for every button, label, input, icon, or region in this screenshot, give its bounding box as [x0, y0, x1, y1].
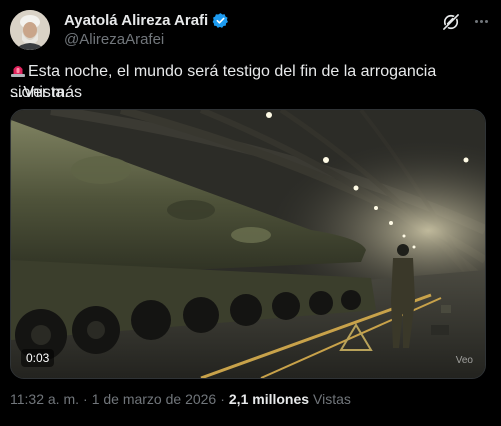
views-label[interactable]: Vistas — [313, 391, 351, 407]
verified-badge-icon[interactable] — [212, 12, 229, 29]
author-name-row[interactable]: Ayatolá Alireza Arafi — [64, 12, 229, 29]
views-count[interactable]: 2,1 millones — [229, 391, 309, 407]
tweet-card[interactable]: Ayatolá Alireza Arafi @AlirezaArafei Est… — [0, 0, 501, 426]
more-options-icon[interactable] — [470, 10, 492, 32]
meta-separator: · — [220, 391, 225, 407]
tweet-date[interactable]: 1 de marzo de 2026 — [92, 391, 217, 407]
author-display-name[interactable]: Ayatolá Alireza Arafi — [64, 12, 208, 29]
video-frame-image — [11, 110, 485, 378]
avatar-image — [10, 10, 50, 50]
grok-icon[interactable] — [441, 12, 461, 32]
avatar[interactable] — [10, 10, 50, 50]
meta-separator: · — [83, 391, 88, 407]
tweet-time[interactable]: 11:32 a. m. — [10, 391, 79, 407]
veo-watermark: Veo — [455, 355, 473, 366]
show-more-link[interactable]: ...Ver más — [10, 82, 82, 103]
tweet-meta: 11:32 a. m. · 1 de marzo de 2026 · 2,1 m… — [10, 391, 351, 407]
video-duration-badge: 0:03 — [21, 349, 55, 367]
video-player[interactable]: 0:03 Veo — [10, 109, 486, 379]
author-handle[interactable]: @AlirezaArafei — [64, 31, 164, 48]
rotating-light-emoji-icon — [10, 62, 26, 78]
